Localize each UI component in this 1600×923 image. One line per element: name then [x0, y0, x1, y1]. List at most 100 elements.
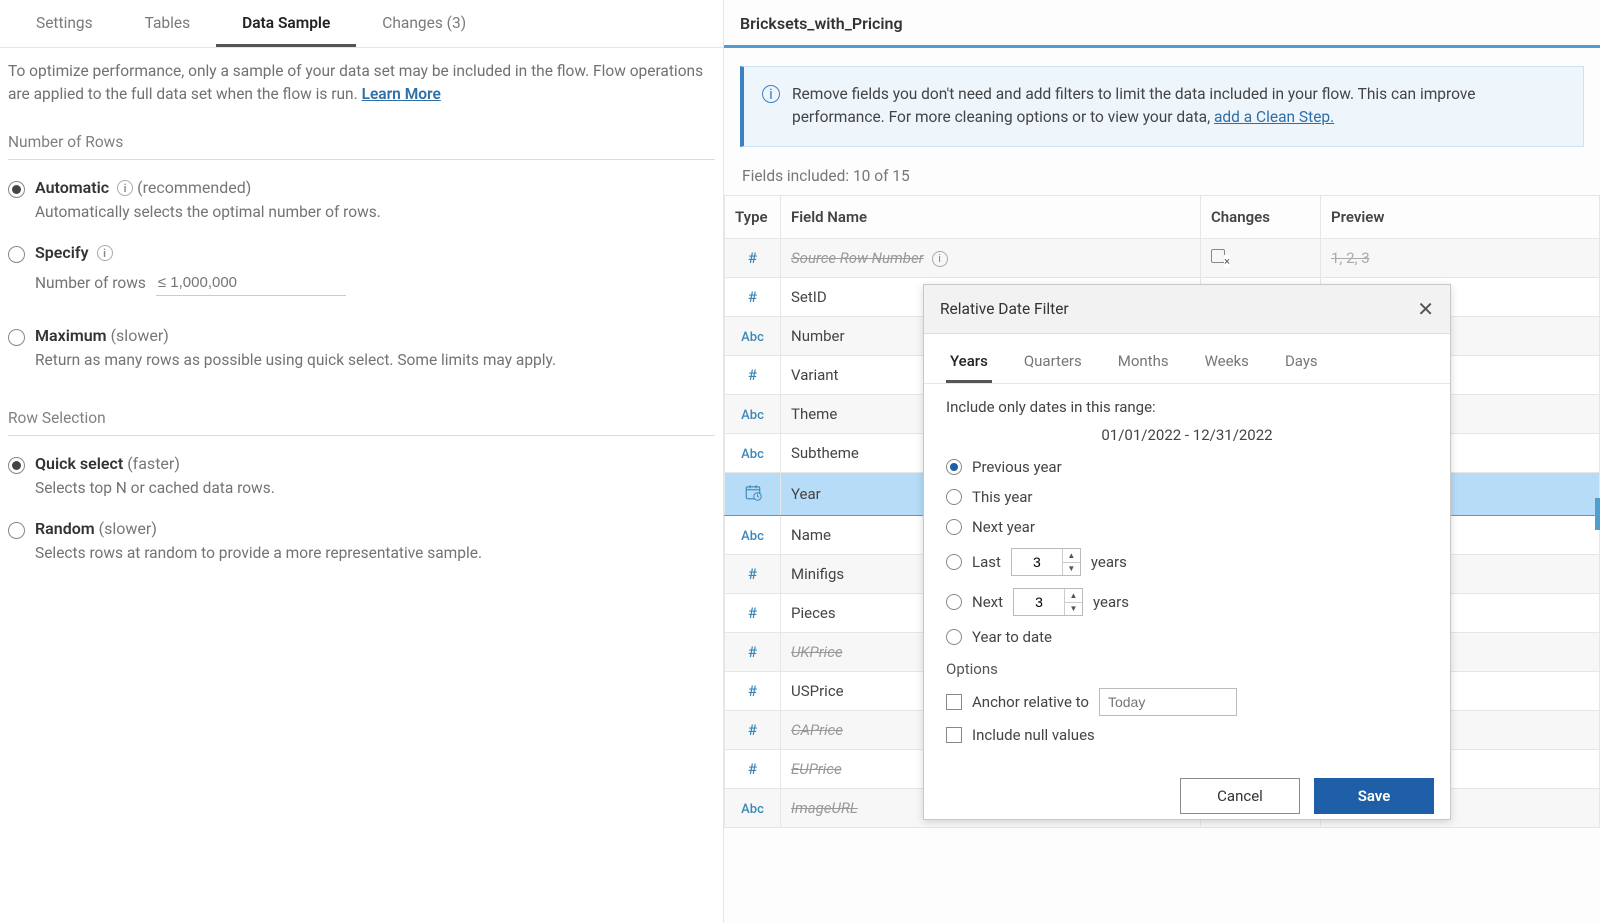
radio-random-qual: (slower)	[99, 519, 157, 538]
field-name-cell[interactable]: Source Row Number i	[781, 238, 1201, 277]
type-cell[interactable]: #	[725, 593, 781, 632]
popup-tab-quarters[interactable]: Quarters	[1020, 346, 1086, 383]
radio-quick-qual: (faster)	[127, 454, 180, 473]
stepper-up-icon[interactable]: ▲	[1063, 549, 1080, 563]
type-cell[interactable]: Abc	[725, 394, 781, 433]
close-icon[interactable]: ✕	[1417, 297, 1434, 321]
last-n-input[interactable]	[1012, 549, 1062, 575]
radio-maximum[interactable]: Maximum (slower) Return as many rows as …	[8, 326, 715, 369]
string-type-icon: Abc	[741, 330, 764, 345]
type-cell[interactable]: Abc	[725, 316, 781, 355]
add-clean-step-link[interactable]: add a Clean Step.	[1214, 108, 1334, 126]
section-number-of-rows: Number of Rows	[8, 133, 715, 160]
field-name-label: Variant	[791, 366, 838, 384]
tab-settings[interactable]: Settings	[10, 0, 119, 47]
type-cell[interactable]: #	[725, 277, 781, 316]
radio-maximum-indicator	[8, 329, 25, 346]
number-type-icon: #	[748, 760, 757, 778]
info-icon[interactable]: i	[97, 245, 113, 261]
options-label: Options	[946, 660, 1428, 678]
radio-indicator	[946, 489, 962, 505]
radio-automatic-title: Automatic	[35, 178, 109, 197]
radio-indicator	[946, 459, 962, 475]
type-cell[interactable]: #	[725, 554, 781, 593]
tab-data-sample[interactable]: Data Sample	[216, 0, 356, 47]
chk-anchor-relative[interactable]: Anchor relative to	[946, 688, 1428, 716]
col-type[interactable]: Type	[725, 195, 781, 238]
checkbox-indicator	[946, 727, 962, 743]
string-type-icon: Abc	[741, 408, 764, 423]
field-name-label: Source Row Number	[791, 249, 924, 267]
type-cell[interactable]: Abc	[725, 788, 781, 827]
radio-quick-select[interactable]: Quick select (faster) Selects top N or c…	[8, 454, 715, 497]
opt-last-n-years[interactable]: Last ▲▼ years	[946, 548, 1428, 576]
specify-rows-input[interactable]	[156, 270, 346, 296]
radio-quick-desc: Selects top N or cached data rows.	[35, 479, 715, 497]
radio-random-desc: Selects rows at random to provide a more…	[35, 544, 715, 562]
learn-more-link[interactable]: Learn More	[362, 85, 441, 103]
popup-title: Relative Date Filter	[940, 300, 1069, 318]
stepper-down-icon[interactable]: ▼	[1065, 603, 1082, 616]
next-n-stepper[interactable]: ▲▼	[1013, 588, 1083, 616]
radio-automatic-indicator	[8, 181, 25, 198]
opt-ytd-label: Year to date	[972, 628, 1052, 646]
number-type-icon: #	[748, 565, 757, 583]
type-cell[interactable]: #	[725, 355, 781, 394]
opt-previous-year[interactable]: Previous year	[946, 458, 1428, 476]
type-cell[interactable]: #	[725, 632, 781, 671]
last-n-stepper[interactable]: ▲▼	[1011, 548, 1081, 576]
radio-specify[interactable]: Specify i Number of rows	[8, 243, 715, 296]
radio-specify-indicator	[8, 246, 25, 263]
opt-next-year-label: Next year	[972, 518, 1035, 536]
opt-last-label: Last	[972, 553, 1001, 571]
opt-year-to-date[interactable]: Year to date	[946, 628, 1428, 646]
type-cell[interactable]	[725, 472, 781, 515]
date-type-icon	[744, 483, 762, 501]
next-n-input[interactable]	[1014, 589, 1064, 615]
radio-maximum-title: Maximum	[35, 326, 107, 345]
opt-next-unit: years	[1093, 593, 1129, 611]
opt-next-n-years[interactable]: Next ▲▼ years	[946, 588, 1428, 616]
field-name-label: Number	[791, 327, 845, 345]
stepper-up-icon[interactable]: ▲	[1065, 589, 1082, 603]
cancel-button[interactable]: Cancel	[1180, 778, 1300, 814]
opt-previous-year-label: Previous year	[972, 458, 1062, 476]
datasource-title: Bricksets_with_Pricing	[724, 0, 1600, 48]
type-cell[interactable]: #	[725, 749, 781, 788]
radio-automatic[interactable]: Automatic i (recommended) Automatically …	[8, 178, 715, 221]
tab-tables[interactable]: Tables	[119, 0, 217, 47]
radio-automatic-qual: (recommended)	[137, 178, 251, 197]
popup-tab-days[interactable]: Days	[1281, 346, 1322, 383]
tab-changes[interactable]: Changes (3)	[356, 0, 492, 47]
opt-next-year[interactable]: Next year	[946, 518, 1428, 536]
type-cell[interactable]: #	[725, 238, 781, 277]
stepper-down-icon[interactable]: ▼	[1063, 563, 1080, 576]
popup-tab-months[interactable]: Months	[1114, 346, 1173, 383]
popup-tab-weeks[interactable]: Weeks	[1201, 346, 1253, 383]
type-cell[interactable]: Abc	[725, 515, 781, 554]
chk-include-null[interactable]: Include null values	[946, 726, 1428, 744]
col-field-name[interactable]: Field Name	[781, 195, 1201, 238]
remove-change-icon[interactable]	[1211, 249, 1225, 263]
type-cell[interactable]: Abc	[725, 433, 781, 472]
info-icon[interactable]: i	[932, 251, 948, 267]
table-row[interactable]: # Source Row Number i 1, 2, 3	[725, 238, 1600, 277]
opt-this-year[interactable]: This year	[946, 488, 1428, 506]
field-name-label: SetID	[791, 288, 827, 306]
radio-indicator	[946, 519, 962, 535]
preview-value: 1, 2, 3	[1331, 249, 1370, 267]
popup-tab-years[interactable]: Years	[946, 346, 992, 383]
info-icon[interactable]: i	[117, 180, 133, 196]
intro-text: To optimize performance, only a sample o…	[8, 60, 715, 107]
left-tabs: Settings Tables Data Sample Changes (3)	[0, 0, 723, 48]
col-changes[interactable]: Changes	[1201, 195, 1321, 238]
field-name-label: UKPrice	[791, 643, 843, 661]
type-cell[interactable]: #	[725, 671, 781, 710]
radio-random[interactable]: Random (slower) Selects rows at random t…	[8, 519, 715, 562]
field-name-label: Subtheme	[791, 444, 859, 462]
col-preview[interactable]: Preview	[1321, 195, 1600, 238]
type-cell[interactable]: #	[725, 710, 781, 749]
anchor-date-input[interactable]	[1099, 688, 1237, 716]
save-button[interactable]: Save	[1314, 778, 1434, 814]
radio-quick-title: Quick select	[35, 454, 123, 473]
